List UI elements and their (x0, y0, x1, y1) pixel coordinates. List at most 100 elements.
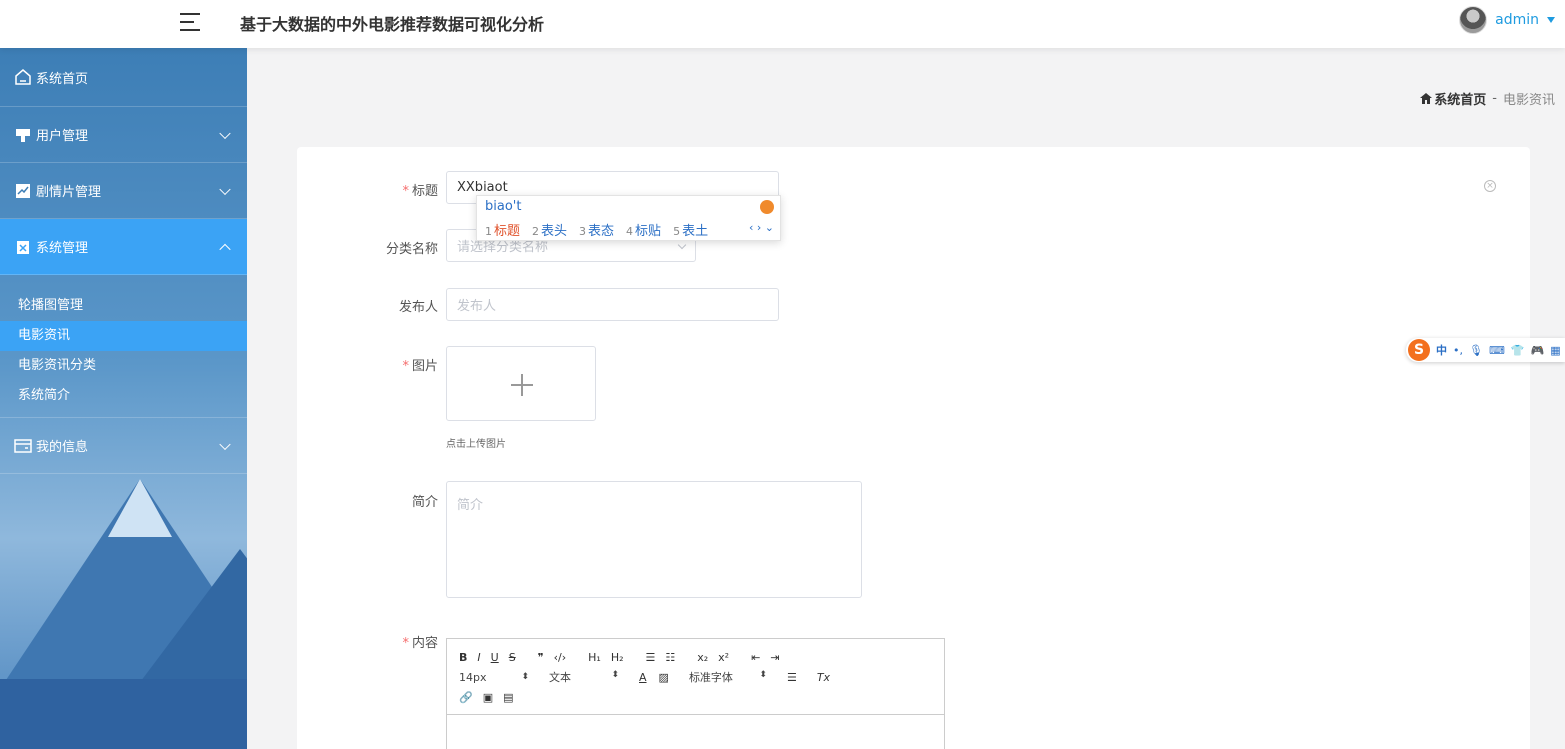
sidebar: 系统首页 用户管理 剧情片管理 系统管理 轮播图管理 电影资讯 电影资讯分类 系… (0, 48, 247, 749)
superscript-button[interactable]: x² (718, 651, 729, 664)
bold-button[interactable]: B (459, 651, 467, 664)
home-icon (1420, 93, 1433, 104)
dropdown-icon: ⬍ (521, 671, 529, 682)
sidebar-subitem-movie-news[interactable]: 电影资讯 (0, 321, 247, 351)
publisher-input[interactable]: 发布人 (446, 288, 779, 321)
label-text: 发布人 (398, 300, 438, 315)
candidate-text: 标题 (494, 224, 521, 239)
breadcrumb-home[interactable]: 系统首页 (1420, 89, 1486, 108)
video-icon[interactable]: ▤ (503, 691, 513, 704)
image-uploader[interactable] (446, 346, 596, 421)
candidate-text: 表态 (588, 224, 615, 239)
code-block-button[interactable]: ‹/› (554, 651, 567, 664)
caret-down-icon (1547, 17, 1555, 23)
select-value: 标准字体 (688, 671, 733, 684)
background-color-icon[interactable]: ▨ (659, 671, 669, 684)
h2-button[interactable]: H₂ (611, 651, 624, 664)
required-mark: * (402, 359, 409, 374)
sidebar-item-system[interactable]: 系统管理 (0, 219, 247, 275)
sogou-logo-icon[interactable]: S (1408, 339, 1430, 361)
candidate-index: 1 (485, 225, 492, 238)
grid-icon[interactable]: ▦ (1550, 344, 1560, 357)
bg-ground (0, 679, 247, 749)
sidebar-subitem-news-category[interactable]: 电影资讯分类 (0, 351, 247, 381)
candidate-text: 表土 (682, 224, 709, 239)
dropdown-icon: ⬍ (759, 670, 767, 680)
sidebar-subitem-carousel[interactable]: 轮播图管理 (0, 291, 247, 321)
sidebar-item-drama[interactable]: 剧情片管理 (0, 163, 247, 219)
microphone-icon[interactable]: 🎙 (1469, 344, 1483, 357)
toolbar-row: 🔗 ▣ ▤ (459, 687, 944, 707)
indent-button[interactable]: ⇥ (770, 651, 779, 664)
bullet-list-button[interactable]: ☷ (665, 651, 675, 664)
plus-icon (521, 374, 523, 396)
underline-button[interactable]: U (491, 651, 499, 664)
breadcrumb-separator: - (1492, 91, 1497, 106)
ime-candidate[interactable]: 4 标贴 (626, 220, 661, 239)
ordered-list-button[interactable]: ☰ (646, 651, 656, 664)
format-select[interactable]: 文本 ⬍ (549, 669, 619, 685)
placeholder: 简介 (457, 498, 484, 513)
top-header: 基于大数据的中外电影推荐数据可视化分析 admin (0, 0, 1565, 48)
select-value: 文本 (549, 671, 571, 684)
italic-button[interactable]: I (477, 651, 480, 664)
ime-candidate[interactable]: 2 表头 (532, 220, 567, 239)
ime-candidate[interactable]: 5 表土 (673, 220, 708, 239)
font-color-icon[interactable]: A (639, 671, 647, 684)
sidebar-subitem-intro[interactable]: 系统简介 (0, 381, 247, 411)
card-icon (14, 437, 32, 455)
bg-snow (108, 479, 172, 537)
dropdown-icon: ⬍ (611, 670, 619, 680)
h1-button[interactable]: H₁ (588, 651, 601, 664)
user-name: admin (1495, 12, 1539, 28)
game-icon[interactable]: 🎮 (1531, 344, 1545, 357)
strike-button[interactable]: S (509, 651, 516, 664)
sidebar-item-home[interactable]: 系统首页 (0, 48, 247, 107)
clear-format-icon[interactable]: Tx (817, 671, 830, 684)
outdent-button[interactable]: ⇤ (751, 651, 760, 664)
close-icon[interactable]: × (1484, 180, 1496, 192)
align-icon[interactable]: ☰ (787, 671, 797, 684)
candidate-index: 3 (579, 225, 587, 238)
toolbar-row: B I U S ❞ ‹/› H₁ H₂ ☰ ☷ x₂ x² ⇤ ⇥ (459, 647, 944, 667)
sidebar-item-label: 我的信息 (36, 440, 89, 455)
keyboard-icon[interactable]: ⌨ (1489, 344, 1505, 357)
ime-lang-toggle[interactable]: 中 (1436, 342, 1447, 358)
publisher-label: 发布人 (338, 296, 438, 315)
submenu: 轮播图管理 电影资讯 电影资讯分类 系统简介 (0, 275, 247, 418)
image-icon[interactable]: ▣ (483, 691, 493, 704)
font-family-select[interactable]: 标准字体 ⬍ (689, 669, 767, 685)
ime-composition: biao't (485, 199, 522, 214)
skin-icon[interactable]: 👕 (1511, 344, 1525, 357)
subscript-button[interactable]: x₂ (697, 651, 708, 664)
font-size-select[interactable]: 14px ⬍ (459, 671, 529, 684)
title-label: * 标题 (338, 180, 438, 199)
content-label: * 内容 (338, 632, 438, 651)
intro-textarea[interactable]: 简介 (446, 481, 862, 598)
ime-candidate[interactable]: 3 表态 (579, 220, 614, 239)
menu-toggle-icon[interactable] (180, 12, 200, 32)
sidebar-nav: 系统首页 用户管理 剧情片管理 系统管理 轮播图管理 电影资讯 电影资讯分类 系… (0, 48, 247, 474)
category-label: 分类名称 (338, 238, 438, 257)
candidate-index: 4 (626, 225, 634, 238)
link-icon[interactable]: 🔗 (459, 691, 473, 704)
user-menu[interactable]: admin (1459, 6, 1555, 34)
sidebar-item-users[interactable]: 用户管理 (0, 107, 247, 163)
label-text: 标题 (411, 184, 438, 199)
candidate-text: 表头 (541, 224, 568, 239)
sidebar-item-label: 系统管理 (36, 241, 89, 256)
rich-text-editor[interactable]: B I U S ❞ ‹/› H₁ H₂ ☰ ☷ x₂ x² ⇤ ⇥ 14px ⬍ … (446, 638, 945, 749)
select-value: 14px (459, 670, 487, 684)
candidate-text: 标贴 (635, 224, 662, 239)
sidebar-item-label: 系统首页 (36, 71, 89, 87)
candidate-index: 5 (673, 225, 681, 238)
label-text: 简介 (411, 495, 438, 510)
ime-candidate[interactable]: 1 标题 (485, 220, 520, 239)
sidebar-item-my-info[interactable]: 我的信息 (0, 418, 247, 474)
label-text: 分类名称 (385, 242, 438, 257)
blockquote-button[interactable]: ❞ (538, 651, 544, 664)
ime-punct-toggle[interactable]: •, (1453, 344, 1463, 357)
avatar (1459, 6, 1488, 34)
system-icon (14, 238, 32, 256)
ime-page-nav-icon[interactable]: ‹ › ⌄ (749, 221, 774, 234)
